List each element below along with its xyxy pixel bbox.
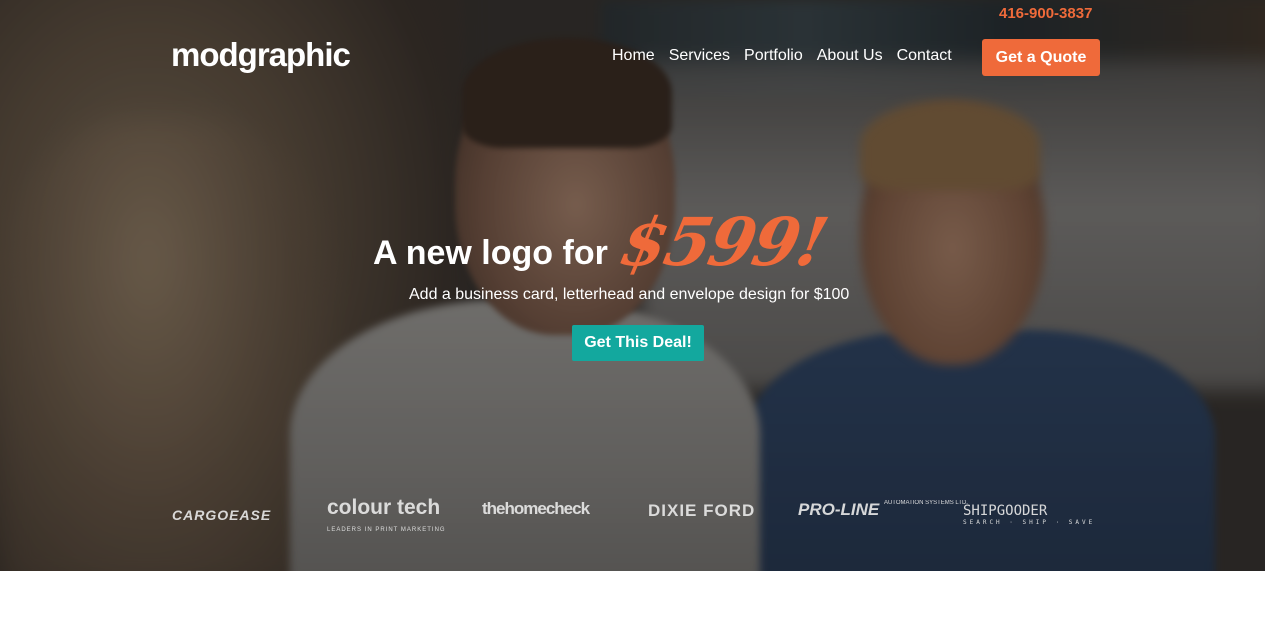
client-logo-thehomecheck-name: thehomecheck — [482, 499, 590, 518]
site-logo[interactable]: modgraphic — [171, 36, 351, 74]
client-logo-colour-tech: colour tech LEADERS IN PRINT MARKETING — [327, 497, 446, 541]
nav-services[interactable]: Services — [669, 47, 730, 65]
client-logo-cargoease-name: CARGOEASE — [172, 507, 272, 523]
nav-about-us[interactable]: About Us — [817, 47, 883, 65]
hero-price: $599! — [613, 203, 833, 281]
client-logo-cargoease: CARGOEASE — [172, 507, 271, 523]
phone-number[interactable]: 416-900-3837 — [999, 5, 1092, 22]
hero-headline: A new logo for — [373, 234, 608, 272]
nav-portfolio[interactable]: Portfolio — [744, 47, 803, 65]
hero-section: 416-900-3837 modgraphic Home Services Po… — [0, 0, 1265, 571]
client-logo-thehomecheck: thehomecheck — [482, 499, 590, 519]
main-nav: Home Services Portfolio About Us Contact — [612, 47, 952, 65]
client-logo-dixie-ford-name: DIXIE FORD — [648, 501, 756, 520]
client-logo-pro-line-name: PRO-LINE — [798, 500, 880, 519]
client-logo-pro-line-tagline: AUTOMATION SYSTEMS LTD. — [883, 500, 968, 506]
client-logo-dixie-ford: DIXIE FORD — [648, 501, 755, 521]
client-logo-pro-line: PRO-LINE AUTOMATION SYSTEMS LTD. — [798, 500, 968, 520]
nav-home[interactable]: Home — [612, 47, 655, 65]
client-logo-colour-tech-name: colour tech — [327, 496, 441, 519]
hero-subheadline: Add a business card, letterhead and enve… — [409, 286, 850, 303]
client-logo-shipgooder: SHIPGOODER SEARCH · SHIP · SAVE — [963, 503, 1095, 526]
client-logo-shipgooder-tagline: SEARCH · SHIP · SAVE — [963, 519, 1096, 526]
get-a-quote-button[interactable]: Get a Quote — [982, 39, 1100, 76]
client-logo-colour-tech-tagline: LEADERS IN PRINT MARKETING — [327, 527, 446, 533]
client-logo-shipgooder-name: SHIPGOODER — [963, 503, 1048, 519]
nav-contact[interactable]: Contact — [897, 47, 952, 65]
get-this-deal-button[interactable]: Get This Deal! — [572, 325, 704, 361]
